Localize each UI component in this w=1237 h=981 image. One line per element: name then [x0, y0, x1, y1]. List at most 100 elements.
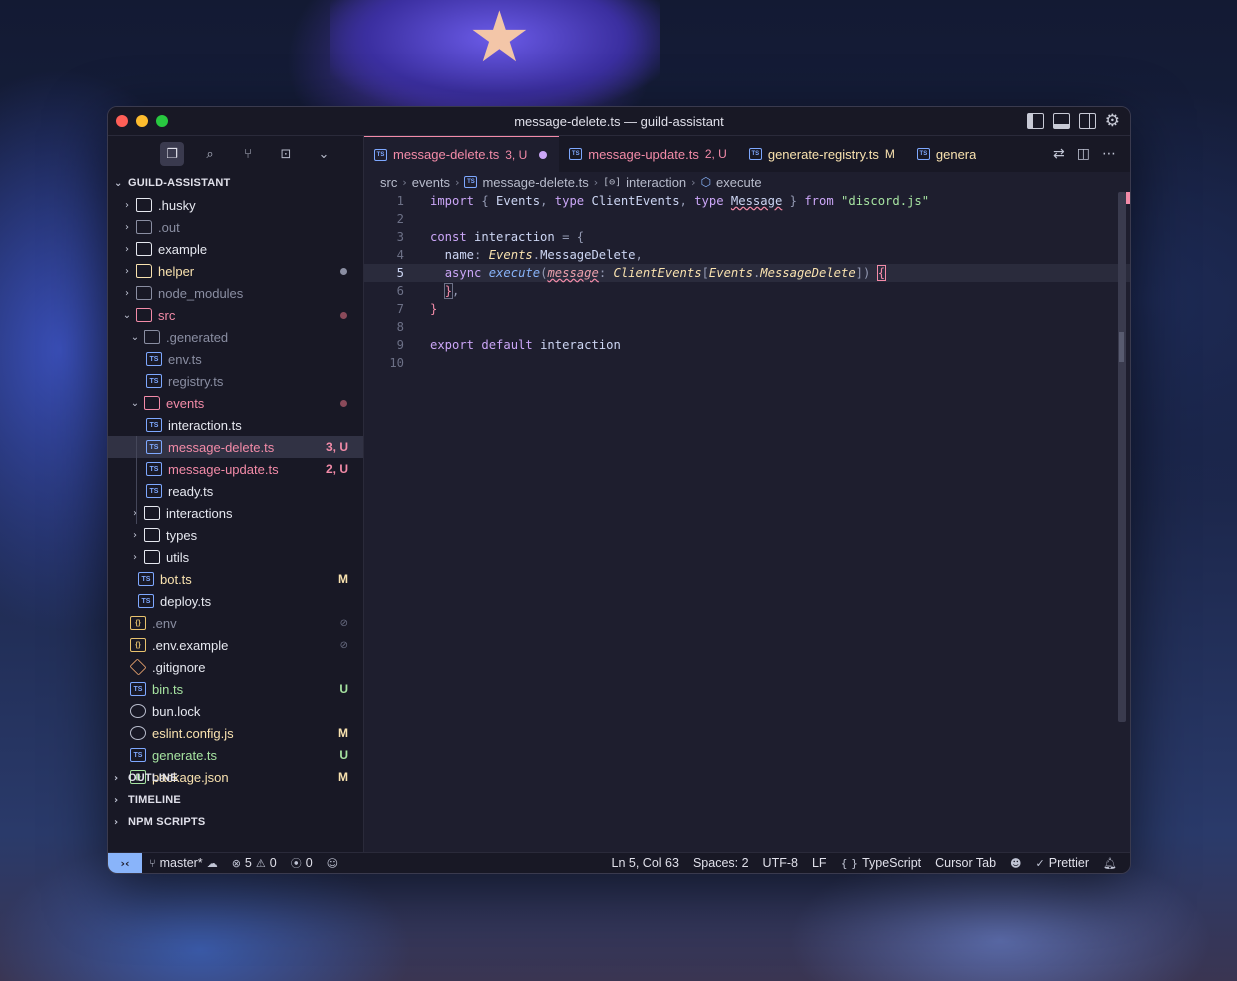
layout-controls: ⚙ — [1026, 113, 1120, 130]
editor-tab[interactable]: TS message-update.ts 2, U — [559, 136, 739, 172]
git-status-badge: ⊘ — [339, 639, 348, 651]
folder-item[interactable]: › example — [108, 238, 363, 260]
explorer-icon[interactable]: ❐ — [160, 142, 184, 166]
chevron-right-icon: › — [125, 199, 129, 211]
folder-item[interactable]: ⌄ events — [108, 392, 363, 414]
folder-item[interactable]: › utils — [108, 546, 363, 568]
file-item[interactable]: TS bot.ts M — [108, 568, 363, 590]
double-check-icon: ✓ — [1035, 856, 1045, 870]
tree-item-label: bot.ts — [160, 571, 192, 587]
cursor-tab[interactable]: Cursor Tab — [928, 856, 1003, 870]
typescript-file-icon: TS — [146, 418, 162, 432]
minimize-button[interactable] — [136, 115, 148, 127]
scrollbar-thumb[interactable] — [1119, 332, 1124, 362]
file-item[interactable]: TS message-delete.ts 3, U — [108, 436, 363, 458]
folder-item[interactable]: › .husky — [108, 194, 363, 216]
tree-item-label: .env — [152, 615, 177, 631]
code-line: 7} — [364, 300, 1130, 318]
file-item[interactable]: {} .env.example ⊘ — [108, 634, 363, 656]
tab-label: message-update.ts — [588, 146, 699, 162]
file-item[interactable]: TS deploy.ts — [108, 590, 363, 612]
folder-item[interactable]: › interactions — [108, 502, 363, 524]
compare-icon[interactable]: ⇄ — [1053, 146, 1065, 162]
sidebar: ❐ ⌕ ⑂ ⊡ ⌄ ⌄ GUILD-ASSISTANT › .husky › .out… — [108, 136, 364, 854]
folder-item[interactable]: › types — [108, 524, 363, 546]
tree-item-label: eslint.config.js — [152, 725, 234, 741]
copilot-icon[interactable]: ☻ — [1003, 857, 1028, 870]
code-line: 3 const interaction = { — [364, 228, 1130, 246]
outline-section[interactable]: › OUTLINE — [108, 767, 363, 789]
explorer-project-header[interactable]: ⌄ GUILD-ASSISTANT — [108, 172, 363, 194]
close-button[interactable] — [116, 115, 128, 127]
more-actions-icon[interactable]: ⋯ — [1102, 146, 1116, 162]
end-of-line[interactable]: LF — [805, 856, 834, 870]
feedback-button[interactable]: ☺ — [320, 857, 345, 870]
tree-item-label: registry.ts — [168, 373, 224, 389]
modified-dot — [340, 399, 347, 407]
file-item[interactable]: TS generate.ts U — [108, 744, 363, 766]
line-number: 5 — [396, 266, 404, 280]
file-item[interactable]: TS interaction.ts — [108, 414, 363, 436]
npm-scripts-section[interactable]: › NPM SCRIPTS — [108, 811, 363, 833]
ports-indicator[interactable]: ⦿ 0 — [284, 855, 320, 871]
toggle-primary-sidebar-icon[interactable] — [1026, 113, 1044, 129]
problems-indicator[interactable]: ⊗ 5 ⚠ 0 — [225, 856, 284, 870]
source-control-icon[interactable]: ⑂ — [236, 142, 260, 166]
language-mode[interactable]: { } TypeScript — [834, 856, 929, 870]
remote-indicator-icon[interactable]: ›‹ — [108, 852, 142, 873]
indentation[interactable]: Spaces: 2 — [686, 856, 756, 870]
code-line: 9 export default interaction — [364, 336, 1130, 354]
gear-icon[interactable]: ⚙ — [1105, 113, 1120, 130]
editor-tab[interactable]: TS message-delete.ts 3, U — [364, 136, 560, 172]
file-item[interactable]: TS registry.ts — [108, 370, 363, 392]
timeline-section[interactable]: › TIMELINE — [108, 789, 363, 811]
toggle-panel-icon[interactable] — [1052, 113, 1070, 129]
editor-scrollbar[interactable] — [1118, 192, 1126, 722]
breadcrumb-src[interactable]: src — [380, 175, 397, 190]
search-icon[interactable]: ⌕ — [198, 142, 222, 166]
folder-item[interactable]: › node_modules — [108, 282, 363, 304]
maximize-button[interactable] — [156, 115, 168, 127]
file-item[interactable]: TS bin.ts U — [108, 678, 363, 700]
sync-icon: ☁ — [206, 856, 218, 870]
git-status-badge: ⊘ — [339, 617, 348, 629]
prettier-status[interactable]: ✓ Prettier — [1029, 856, 1097, 870]
split-editor-icon[interactable]: ◫ — [1077, 146, 1090, 162]
line-number: 6 — [396, 284, 404, 298]
tab-label: message-delete.ts — [393, 147, 500, 162]
breadcrumb-file[interactable]: message-delete.ts — [482, 175, 588, 190]
file-item[interactable]: {} .env ⊘ — [108, 612, 363, 634]
chevron-right-icon: › — [125, 221, 129, 233]
breadcrumb-symbol-execute[interactable]: execute — [716, 175, 762, 190]
breadcrumb-events[interactable]: events — [412, 175, 450, 190]
folder-item[interactable]: › helper — [108, 260, 363, 282]
extensions-icon[interactable]: ⊡ — [274, 142, 298, 166]
activity-bar: ❐ ⌕ ⑂ ⊡ ⌄ — [108, 136, 363, 172]
folder-item[interactable]: › .out — [108, 216, 363, 238]
file-item[interactable]: TS env.ts — [108, 348, 363, 370]
tree-item-label: node_modules — [158, 285, 244, 301]
branch-name: master* — [159, 856, 203, 870]
toggle-secondary-sidebar-icon[interactable] — [1078, 113, 1096, 129]
tree-item-label: src — [158, 307, 176, 323]
file-item[interactable]: bun.lock — [108, 700, 363, 722]
file-item[interactable]: .gitignore — [108, 656, 363, 678]
editor-tab[interactable]: TS generate-registry.ts M — [739, 136, 907, 172]
editor-tab[interactable]: TS genera — [907, 136, 976, 172]
branch-indicator[interactable]: ⑂ master* ☁ — [142, 856, 225, 870]
unsaved-dot[interactable] — [539, 150, 548, 159]
chevron-right-icon: › — [402, 175, 407, 189]
line-number: 2 — [396, 212, 404, 226]
breadcrumb-symbol-interaction[interactable]: interaction — [626, 175, 686, 190]
code-editor[interactable]: 1 import { Events, type ClientEvents, typ… — [364, 192, 1130, 372]
file-item[interactable]: TS ready.ts — [108, 480, 363, 502]
chevron-down-icon: ⌄ — [122, 309, 132, 321]
file-item[interactable]: TS message-update.ts 2, U — [108, 458, 363, 480]
file-item[interactable]: eslint.config.js M — [108, 722, 363, 744]
encoding[interactable]: UTF-8 — [756, 856, 805, 870]
folder-item[interactable]: ⌄ src — [108, 304, 363, 326]
cursor-position[interactable]: Ln 5, Col 63 — [605, 856, 686, 870]
notifications-bell-icon[interactable]: 🔔︎ — [1096, 857, 1124, 870]
folder-item[interactable]: ⌄ .generated — [108, 326, 363, 348]
chevron-down-icon[interactable]: ⌄ — [312, 142, 336, 166]
